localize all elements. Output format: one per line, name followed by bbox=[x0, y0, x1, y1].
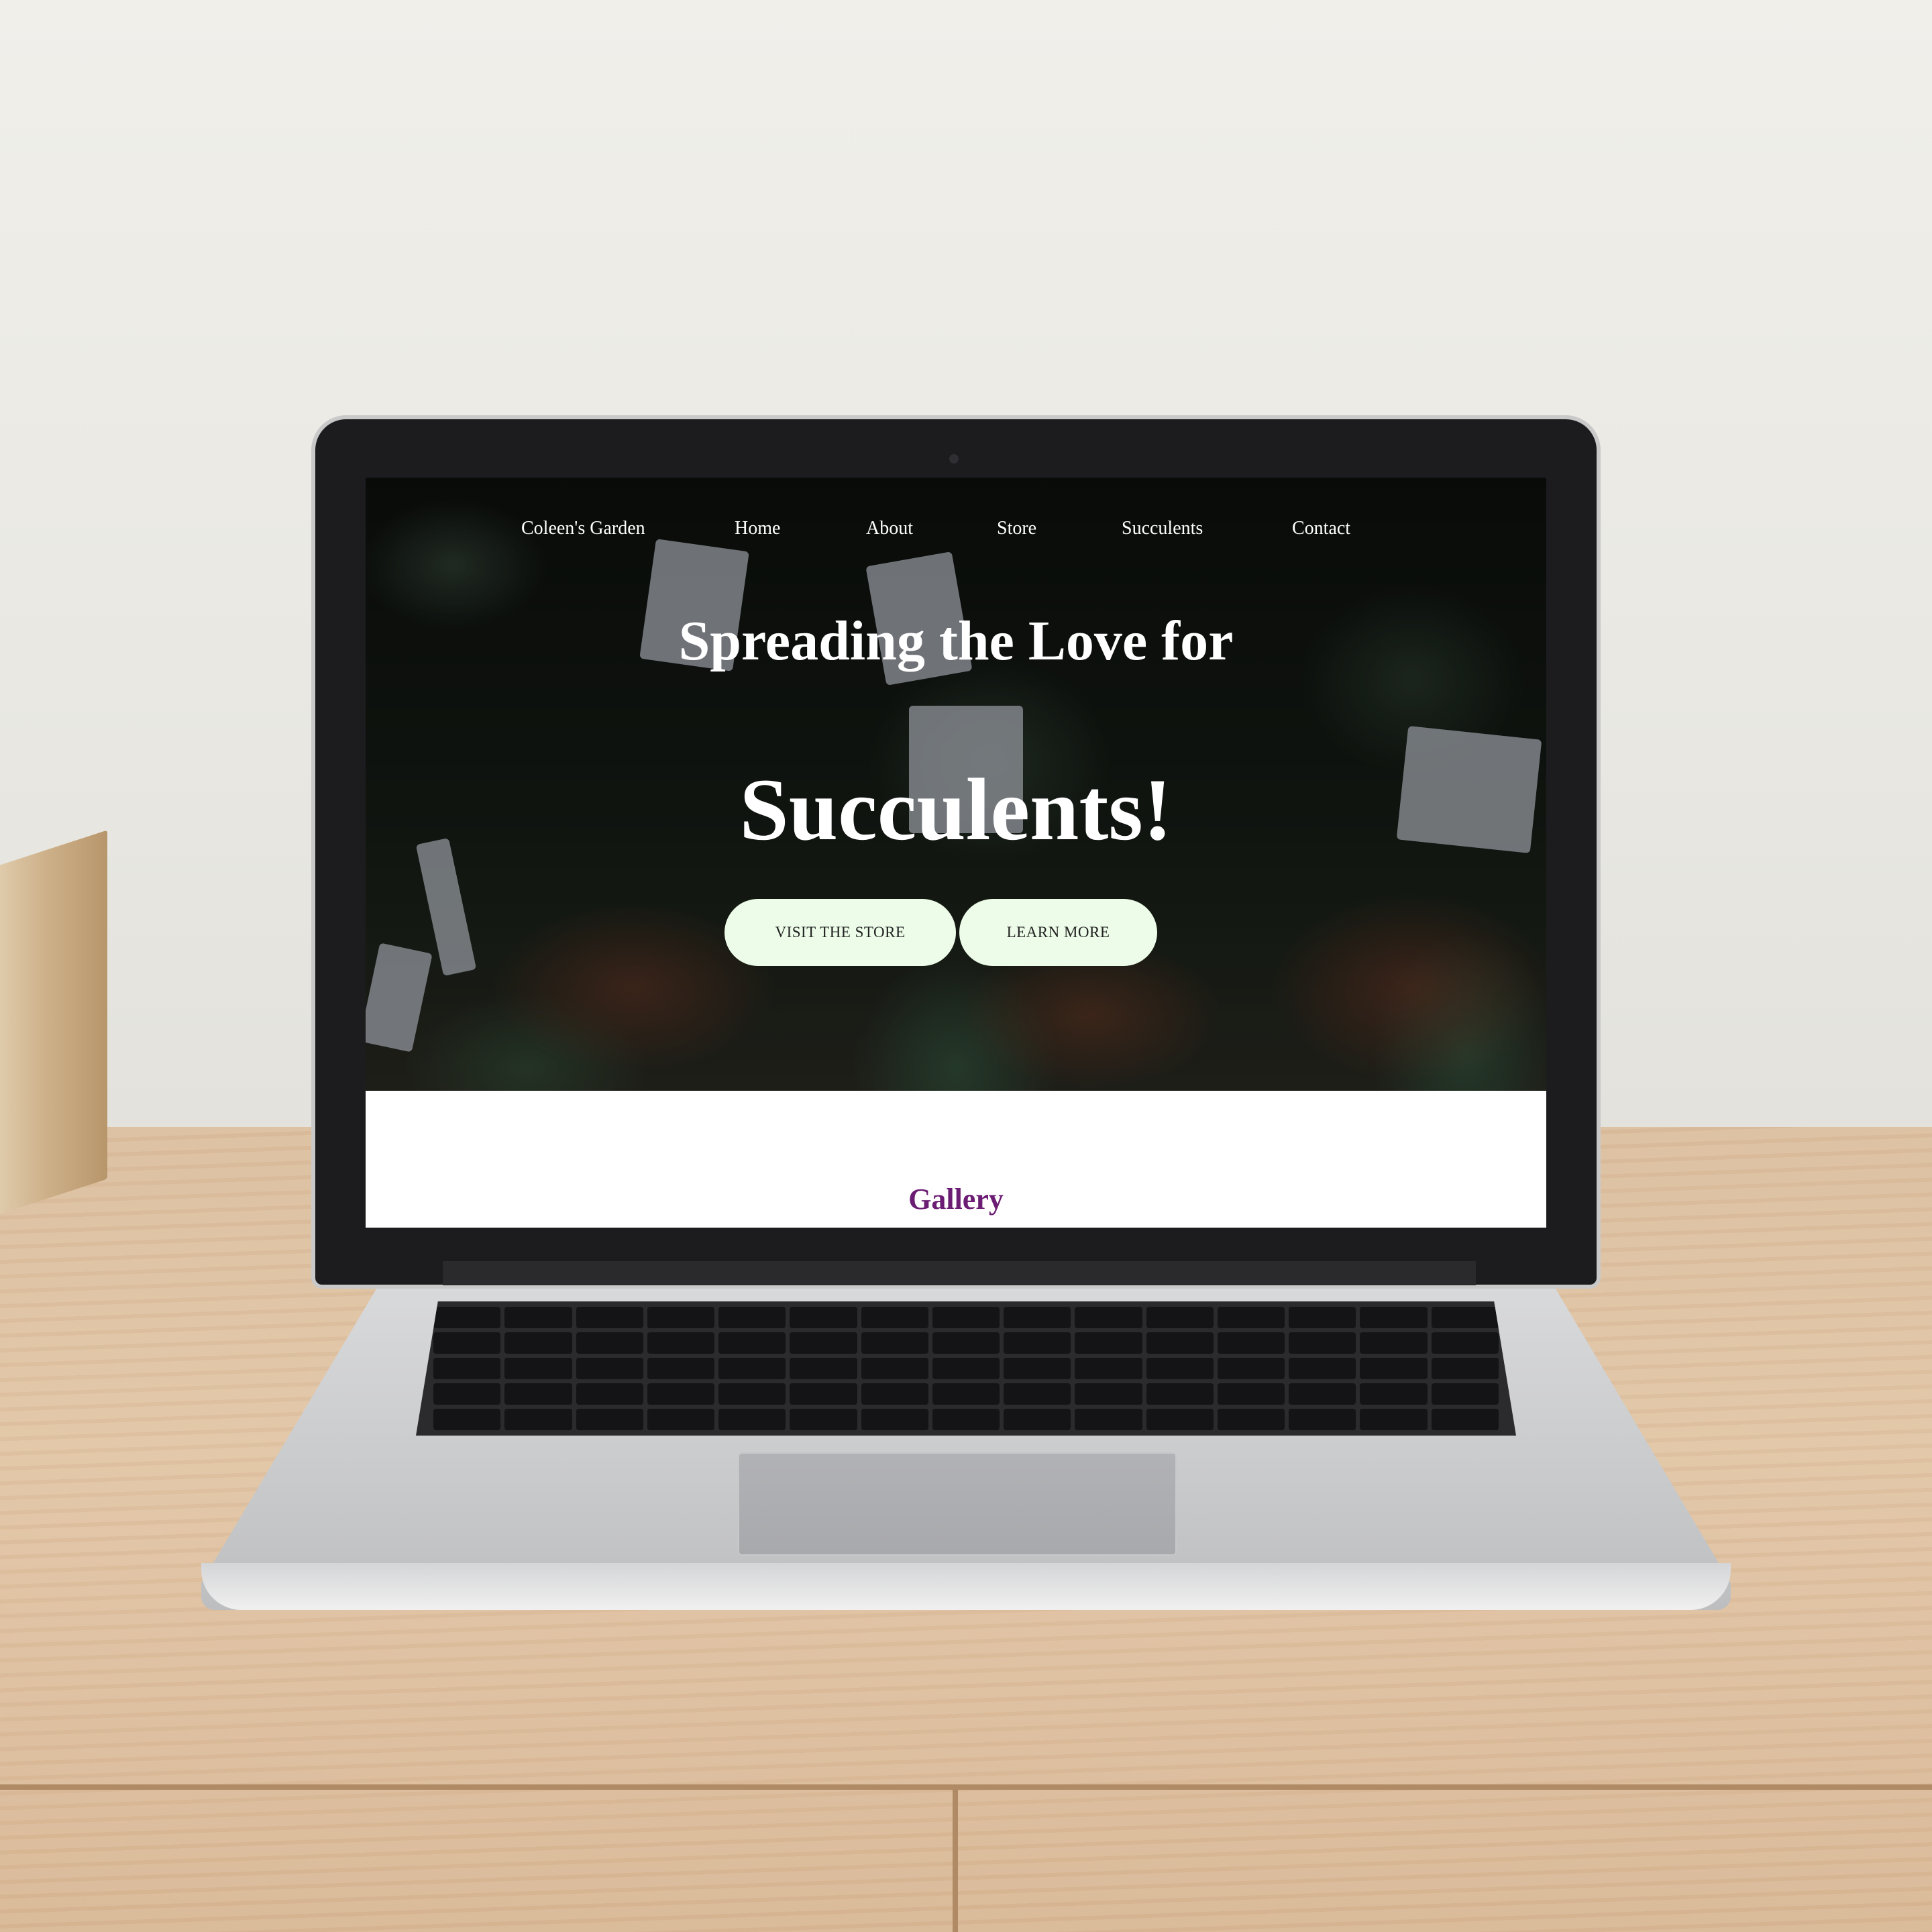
keyboard-key bbox=[504, 1383, 572, 1405]
laptop-base-front bbox=[201, 1563, 1731, 1610]
keyboard-key bbox=[1146, 1409, 1214, 1430]
keyboard-key bbox=[861, 1307, 928, 1328]
keyboard-key bbox=[1146, 1332, 1214, 1354]
keyboard-key bbox=[1217, 1307, 1285, 1328]
keyboard-key bbox=[718, 1409, 786, 1430]
keyboard-key bbox=[718, 1332, 786, 1354]
nav-contact[interactable]: Contact bbox=[1292, 518, 1350, 539]
keyboard-key bbox=[1289, 1358, 1356, 1379]
keyboard-key bbox=[1146, 1358, 1214, 1379]
keyboard-key bbox=[790, 1383, 857, 1405]
nav-succulents[interactable]: Succulents bbox=[1122, 518, 1203, 539]
keyboard-key bbox=[647, 1409, 715, 1430]
keyboard-key bbox=[576, 1409, 643, 1430]
gallery-heading: Gallery bbox=[908, 1183, 1004, 1216]
keyboard-key bbox=[718, 1307, 786, 1328]
keyboard-key bbox=[433, 1383, 501, 1405]
keyboard-key bbox=[1217, 1358, 1285, 1379]
keyboard-key bbox=[718, 1358, 786, 1379]
top-navigation: Coleen's Garden Home About Store Succule… bbox=[366, 518, 1546, 558]
keyboard-key bbox=[790, 1358, 857, 1379]
visit-store-button[interactable]: VISIT THE STORE bbox=[724, 899, 956, 966]
webcam-icon bbox=[949, 454, 959, 464]
keyboard-key bbox=[1360, 1409, 1428, 1430]
keyboard-key bbox=[1360, 1332, 1428, 1354]
keyboard-key bbox=[1431, 1332, 1499, 1354]
hero-section: Coleen's Garden Home About Store Succule… bbox=[366, 478, 1546, 1091]
keyboard-key bbox=[1146, 1307, 1214, 1328]
keyboard-key bbox=[576, 1358, 643, 1379]
keyboard-key bbox=[1075, 1409, 1142, 1430]
decorative-box bbox=[0, 830, 107, 1223]
keyboard-key bbox=[790, 1409, 857, 1430]
keyboard-key bbox=[504, 1409, 572, 1430]
keyboard-key bbox=[718, 1383, 786, 1405]
keyboard-key bbox=[790, 1307, 857, 1328]
keyboard-key bbox=[1360, 1383, 1428, 1405]
nav-home[interactable]: Home bbox=[735, 518, 780, 539]
keyboard-key bbox=[1004, 1358, 1071, 1379]
keyboard-key bbox=[1075, 1332, 1142, 1354]
hero-headline-line2: Succulents! bbox=[739, 760, 1173, 859]
keyboard-key bbox=[1431, 1409, 1499, 1430]
keyboard-key bbox=[1004, 1409, 1071, 1430]
keyboard-key bbox=[1431, 1383, 1499, 1405]
keyboard-key bbox=[433, 1332, 501, 1354]
laptop-trackpad bbox=[738, 1452, 1177, 1556]
keyboard-key bbox=[576, 1383, 643, 1405]
keyboard-key bbox=[1075, 1307, 1142, 1328]
keyboard-key bbox=[647, 1307, 715, 1328]
keyboard-key bbox=[1360, 1358, 1428, 1379]
desk-seam bbox=[0, 1784, 1932, 1790]
keyboard-key bbox=[861, 1409, 928, 1430]
keyboard-key bbox=[647, 1383, 715, 1405]
keyboard-key bbox=[1431, 1307, 1499, 1328]
nav-about[interactable]: About bbox=[866, 518, 913, 539]
keyboard-key bbox=[1075, 1383, 1142, 1405]
keyboard-key bbox=[1004, 1383, 1071, 1405]
keyboard-key bbox=[1217, 1383, 1285, 1405]
keyboard-key bbox=[504, 1358, 572, 1379]
keyboard-key bbox=[1004, 1332, 1071, 1354]
keyboard-key bbox=[1289, 1409, 1356, 1430]
keyboard-key bbox=[504, 1307, 572, 1328]
keyboard-key bbox=[433, 1409, 501, 1430]
keyboard-key bbox=[1075, 1358, 1142, 1379]
keyboard-key bbox=[1217, 1409, 1285, 1430]
keyboard-key bbox=[932, 1358, 1000, 1379]
brand-link[interactable]: Coleen's Garden bbox=[521, 518, 645, 539]
keyboard-key bbox=[647, 1332, 715, 1354]
keyboard-key bbox=[790, 1332, 857, 1354]
nav-store[interactable]: Store bbox=[997, 518, 1036, 539]
laptop-hinge bbox=[443, 1261, 1476, 1285]
keyboard-key bbox=[1004, 1307, 1071, 1328]
keyboard-key bbox=[647, 1358, 715, 1379]
keyboard-key bbox=[1289, 1307, 1356, 1328]
keyboard-key bbox=[1146, 1383, 1214, 1405]
keyboard-key bbox=[861, 1358, 928, 1379]
keyboard-key bbox=[433, 1358, 501, 1379]
keyboard-key bbox=[1217, 1332, 1285, 1354]
keyboard-key bbox=[861, 1383, 928, 1405]
keyboard-key bbox=[1289, 1332, 1356, 1354]
keyboard-key bbox=[1431, 1358, 1499, 1379]
keyboard-key bbox=[932, 1383, 1000, 1405]
learn-more-button[interactable]: LEARN MORE bbox=[959, 899, 1157, 966]
keyboard-key bbox=[576, 1307, 643, 1328]
laptop-screen: Coleen's Garden Home About Store Succule… bbox=[366, 478, 1546, 1228]
keyboard-key bbox=[1289, 1383, 1356, 1405]
keyboard-key bbox=[1360, 1307, 1428, 1328]
keyboard-key bbox=[861, 1332, 928, 1354]
keyboard-key bbox=[433, 1307, 501, 1328]
desk-seam-vertical bbox=[953, 1787, 958, 1932]
keyboard-key bbox=[504, 1332, 572, 1354]
keyboard-key bbox=[932, 1307, 1000, 1328]
hero-headline-line1: Spreading the Love for bbox=[678, 610, 1234, 672]
keyboard-key bbox=[576, 1332, 643, 1354]
keyboard-key bbox=[932, 1409, 1000, 1430]
laptop-keyboard bbox=[416, 1301, 1516, 1436]
keyboard-key bbox=[932, 1332, 1000, 1354]
